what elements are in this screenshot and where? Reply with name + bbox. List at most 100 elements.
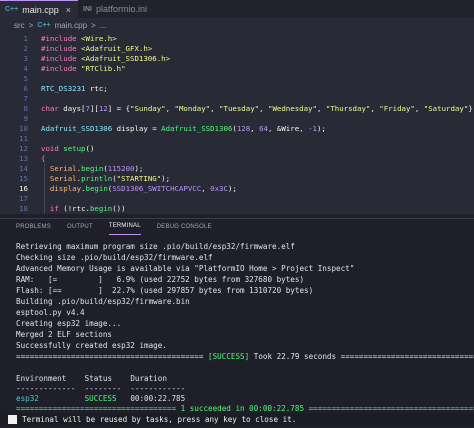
- line-number: 8: [23, 104, 28, 113]
- code-token: "Friday": [379, 104, 415, 113]
- code-line: 15 Serial.println("STARTING");: [0, 174, 474, 184]
- code-token: "STARTING": [116, 174, 162, 183]
- success-took: Took 22.79 seconds: [249, 352, 341, 361]
- reuse-message: Terminal will be reused by tasks, press …: [22, 415, 297, 424]
- line-number: 14: [19, 164, 28, 173]
- line-number: 10: [19, 124, 28, 133]
- code-line: 14 Serial.begin(115200);: [0, 164, 474, 174]
- line-number: 9: [23, 114, 28, 123]
- editor-tab-bar: C++ main.cpp × INI platformio.ini: [0, 0, 474, 18]
- line-number: 5: [23, 74, 28, 83]
- code-text: if (!rtc.begin()): [41, 204, 126, 214]
- breadcrumb-ellipsis[interactable]: ...: [100, 21, 107, 30]
- code-token: (!rtc.: [63, 204, 90, 213]
- code-token: ][: [89, 104, 99, 113]
- terminal-output[interactable]: Retrieving maximum program size .pio/bui…: [0, 236, 474, 428]
- code-token: 128: [236, 124, 251, 133]
- code-editor[interactable]: 1 #include <Wire.h> 2 #include <Adafruit_GF…: [0, 32, 474, 214]
- tab-platformio-ini[interactable]: INI platformio.ini: [78, 0, 154, 18]
- terminal-line: Successfully created esp32 image.: [16, 341, 167, 350]
- terminal-input-row[interactable]: Terminal will be reused by tasks, press …: [0, 413, 474, 426]
- code-line: 6 RTC_DS3231 rtc;: [0, 84, 474, 94]
- code-token: Serial: [49, 164, 77, 173]
- code-token: (): [85, 144, 95, 153]
- table-row: esp32 SUCCESS 00:00:22.785: [16, 394, 185, 404]
- code-token: 0x3C: [210, 184, 228, 193]
- line-number: 15: [19, 174, 28, 183]
- code-token: SSD1306_SWITCHCAPVCC: [112, 184, 202, 193]
- code-token: );: [316, 124, 326, 133]
- code-line: 3 #include <Adafruit_SSD1306.h>: [0, 54, 474, 64]
- line-number: 4: [23, 64, 28, 73]
- terminal-line: Retrieving maximum program size .pio/bui…: [16, 242, 295, 251]
- rule-right: =================================: [340, 352, 474, 361]
- close-icon[interactable]: ×: [66, 5, 71, 15]
- success-line: ========================================…: [16, 352, 474, 362]
- code-token: ,: [165, 104, 175, 113]
- code-token: #include: [41, 44, 82, 53]
- line-number: 6: [23, 84, 28, 93]
- code-token: ,: [250, 124, 260, 133]
- code-token: char: [41, 104, 64, 113]
- code-token: begin: [85, 184, 108, 193]
- line-number: 1: [23, 34, 28, 43]
- code-token: "Wednesday": [268, 104, 317, 113]
- terminal-line: Flash: [== ] 22.7% (used 297857 bytes fr…: [16, 286, 314, 295]
- code-token: "Tuesday": [219, 104, 260, 113]
- code-token: setup: [63, 144, 86, 153]
- chevron-right-icon: >: [28, 20, 34, 30]
- code-text: #include <Adafruit_GFX.h>: [41, 44, 152, 54]
- breadcrumb-file[interactable]: main.cpp: [55, 21, 87, 30]
- code-line: 8 char days[7][12] = {"Sunday", "Monday",…: [0, 104, 474, 114]
- code-line: 10 Adafruit_SSD1306 display = Adafruit_SS…: [0, 124, 474, 134]
- code-token: Wire: [281, 124, 300, 133]
- code-line: 17: [0, 194, 474, 204]
- tab-main-cpp[interactable]: C++ main.cpp ×: [0, 0, 79, 18]
- tab-problems[interactable]: PROBLEMS: [16, 219, 51, 235]
- line-number: 7: [23, 94, 28, 103]
- code-token: "Monday": [174, 104, 211, 113]
- line-number: 3: [23, 54, 28, 63]
- code-token: display: [49, 184, 82, 193]
- code-token: Adafruit_SSD1306: [41, 124, 117, 133]
- code-token: Serial: [49, 174, 77, 183]
- code-line: 13 {: [0, 154, 474, 164]
- col-environment: Environment: [16, 374, 67, 383]
- code-token: -1: [308, 124, 317, 133]
- code-token: ,: [370, 104, 380, 113]
- breadcrumb: src > C++ main.cpp > ...: [0, 18, 474, 32]
- line-number: 11: [19, 134, 28, 143]
- tab-output[interactable]: OUTPUT: [67, 219, 93, 235]
- col-status: Status: [84, 374, 113, 383]
- env-name: esp32: [16, 394, 39, 403]
- code-token: <Wire.h>: [81, 34, 117, 43]
- code-text: #include <Wire.h>: [41, 34, 117, 44]
- code-line: 7: [0, 94, 474, 104]
- code-line: 5: [0, 74, 474, 84]
- code-token: ,: [414, 104, 424, 113]
- code-token: {: [41, 154, 46, 163]
- terminal-line: esptool.py v4.4: [16, 308, 85, 317]
- breadcrumb-folder[interactable]: src: [14, 21, 25, 30]
- duration-value: 00:00:22.785: [130, 394, 186, 403]
- code-token: RTC_DS3231: [41, 84, 90, 93]
- code-token: ,: [210, 104, 220, 113]
- cpp-file-icon: C++: [5, 6, 19, 13]
- terminal-line: Advanced Memory Usage is available via "…: [16, 264, 355, 273]
- status-success: SUCCESS: [84, 394, 117, 403]
- rule-left: ========================================…: [16, 352, 204, 361]
- code-text: RTC_DS3231 rtc;: [41, 84, 108, 94]
- code-token: #include: [41, 34, 82, 43]
- line-number: 13: [19, 154, 28, 163]
- success-tag: [SUCCESS]: [208, 352, 250, 361]
- tab-debug-console[interactable]: DEBUG CONSOLE: [157, 219, 212, 235]
- code-token: days[: [63, 104, 86, 113]
- code-token: );: [227, 184, 237, 193]
- tab-label: main.cpp: [22, 4, 59, 15]
- tab-terminal[interactable]: TERMINAL: [108, 219, 141, 235]
- code-text: #include "RTClib.h": [41, 64, 126, 74]
- code-token: void: [41, 144, 64, 153]
- code-token: rtc;: [89, 84, 108, 93]
